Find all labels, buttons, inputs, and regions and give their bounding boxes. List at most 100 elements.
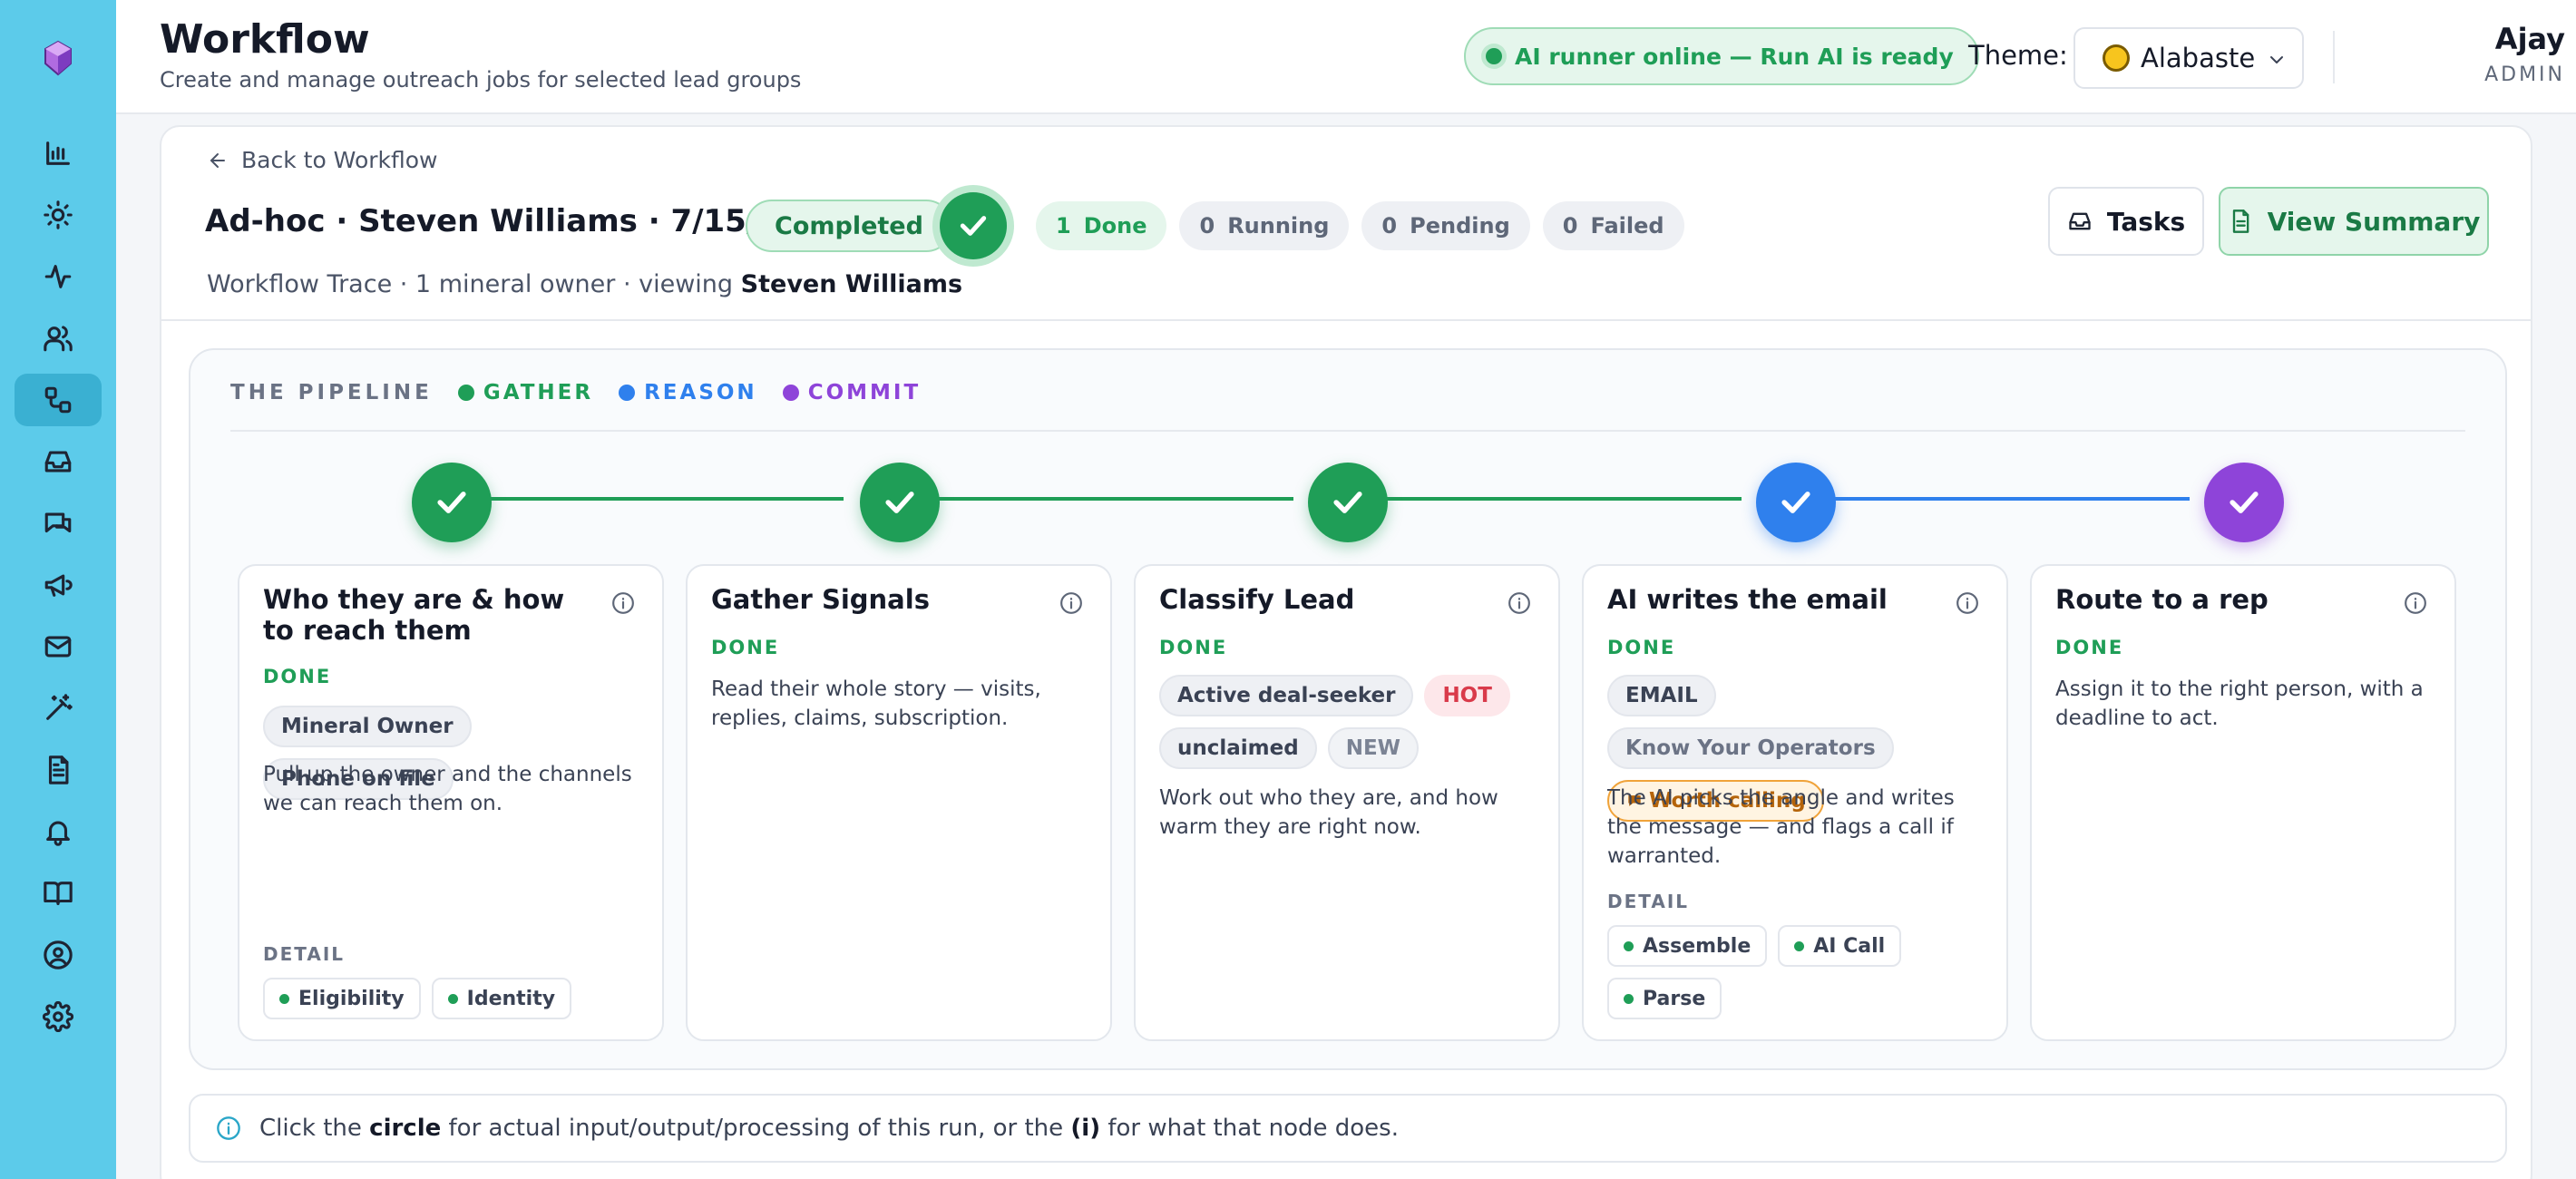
sidebar-item-profile[interactable]: [15, 929, 102, 981]
detail-chip-eligibility[interactable]: Eligibility: [263, 978, 421, 1019]
stage-card-identity: Who they are & how to reach them DONE Mi…: [238, 564, 664, 1041]
sidebar-item-knowledge[interactable]: [15, 867, 102, 920]
divider: [161, 319, 2531, 321]
stage-title: Route to a rep: [2055, 584, 2269, 615]
legend-item-reason: REASON: [619, 381, 757, 404]
sidebar-item-conversations[interactable]: [15, 497, 102, 550]
sun-icon: [2103, 44, 2130, 72]
detail-chips: Assemble AI Call Parse: [1607, 925, 1988, 1019]
sidebar-item-campaigns[interactable]: [15, 559, 102, 611]
stage-description: Read their whole story — visits, replies…: [711, 677, 1041, 730]
sidebar-item-email[interactable]: [15, 620, 102, 673]
sidebar-item-workflow[interactable]: [15, 374, 102, 426]
legend-dot-icon: [782, 385, 799, 401]
header-divider: [2333, 31, 2335, 83]
detail-chip-identity[interactable]: Identity: [431, 978, 572, 1019]
mail-icon: [44, 636, 72, 658]
detail-label: DETAIL: [1607, 891, 1690, 912]
sidebar-item-users[interactable]: [15, 312, 102, 365]
theme-selected-value: Alabaster: [2141, 43, 2257, 73]
check-icon: [1333, 492, 1362, 513]
count-running-label: Running: [1227, 213, 1330, 239]
pipeline-node-4[interactable]: [1756, 463, 1836, 542]
check-icon: [885, 492, 914, 513]
pipeline-node-5[interactable]: [2204, 463, 2284, 542]
stage-status: DONE: [1159, 637, 1228, 658]
info-icon[interactable]: [1956, 591, 1979, 615]
detail-chip-ai-call[interactable]: AI Call: [1778, 925, 1902, 967]
theme-label: Theme:: [1968, 40, 2068, 71]
detail-chip-assemble[interactable]: Assemble: [1607, 925, 1768, 967]
ai-runner-status-badge: AI runner online — Run AI is ready: [1464, 27, 1979, 85]
workflow-trace-card: Back to Workflow Ad-hoc · Steven William…: [160, 125, 2532, 1179]
stage-description: Work out who they are, and how warm they…: [1159, 786, 1498, 839]
bell-icon: [46, 821, 70, 846]
ai-runner-status-text: AI runner online — Run AI is ready: [1515, 43, 1954, 70]
pipeline-node-1[interactable]: [412, 463, 492, 542]
back-to-workflow-link[interactable]: Back to Workflow: [207, 147, 437, 173]
info-icon[interactable]: [611, 591, 635, 615]
status-dot-icon: [1794, 940, 1805, 951]
help-note: Click the circle for actual input/output…: [189, 1094, 2507, 1163]
pipeline-legend: THE PIPELINE GATHER REASON COMMIT: [230, 381, 921, 404]
sidebar: [0, 0, 116, 1179]
count-failed-label: Failed: [1590, 213, 1664, 239]
stage-tags: Active deal-seeker HOT unclaimed NEW: [1159, 675, 1540, 769]
workflow-icon: [44, 386, 72, 414]
pipeline-connector: [1375, 497, 1742, 501]
status-dot-icon: [1624, 940, 1634, 951]
document-icon: [48, 755, 69, 784]
app-logo[interactable]: [36, 36, 80, 80]
stage-title: Who they are & how to reach them: [263, 584, 565, 646]
legend-label: GATHER: [483, 381, 594, 404]
pipeline-node-2[interactable]: [860, 463, 940, 542]
sidebar-item-activity[interactable]: [15, 250, 102, 303]
pipeline-node-3[interactable]: [1308, 463, 1388, 542]
sidebar-item-ai-tools[interactable]: [15, 682, 102, 735]
tag: Mineral Owner: [263, 706, 472, 747]
sidebar-item-documents[interactable]: [15, 744, 102, 796]
count-running-badge: 0 Running: [1179, 201, 1350, 250]
chat-icon: [44, 512, 72, 533]
sidebar-item-settings[interactable]: [15, 990, 102, 1043]
hot-badge: HOT: [1424, 675, 1510, 716]
user-circle-icon: [44, 940, 73, 970]
tasks-button[interactable]: Tasks: [2048, 187, 2204, 256]
sidebar-item-inbox[interactable]: [15, 435, 102, 488]
view-summary-label: View Summary: [2267, 206, 2481, 237]
stage-status: DONE: [711, 637, 780, 658]
pipeline-connector: [479, 497, 844, 501]
run-status-check[interactable]: [940, 192, 1007, 259]
run-meta-text: Workflow Trace · 1 mineral owner · viewi…: [207, 270, 734, 298]
view-summary-button[interactable]: View Summary: [2219, 187, 2489, 256]
note-bold: circle: [369, 1115, 442, 1142]
note-part: Click the: [259, 1115, 362, 1142]
tag: EMAIL: [1607, 675, 1716, 716]
run-meta-viewing-name: Steven Williams: [740, 270, 963, 298]
megaphone-icon: [44, 574, 73, 597]
tag: Active deal-seeker: [1159, 675, 1414, 716]
count-failed-value: 0: [1562, 213, 1578, 239]
info-icon[interactable]: [1508, 591, 1531, 615]
info-icon[interactable]: [2404, 591, 2427, 615]
legend-dot-icon: [619, 385, 636, 401]
sun-icon: [44, 200, 73, 229]
sidebar-item-analytics[interactable]: [15, 127, 102, 180]
status-dot-icon: [1624, 993, 1634, 1004]
stage-status: DONE: [263, 666, 332, 687]
theme-select[interactable]: Alabaster: [2073, 27, 2304, 89]
detail-label: DETAIL: [263, 943, 346, 965]
sidebar-item-insights[interactable]: [15, 189, 102, 241]
count-pending-badge: 0 Pending: [1361, 201, 1530, 250]
chip-label: AI Call: [1813, 934, 1886, 958]
stage-status: DONE: [1607, 637, 1676, 658]
legend-label: REASON: [644, 381, 757, 404]
stage-description: Pull up the owner and the channels we ca…: [263, 763, 632, 815]
count-running-value: 0: [1199, 213, 1215, 239]
help-note-text: Click the circle for actual input/output…: [259, 1115, 1399, 1142]
info-icon[interactable]: [1059, 591, 1083, 615]
legend-item-gather: GATHER: [457, 381, 594, 404]
page-subtitle: Create and manage outreach jobs for sele…: [160, 67, 802, 93]
detail-chip-parse[interactable]: Parse: [1607, 978, 1722, 1019]
sidebar-item-notifications[interactable]: [15, 805, 102, 858]
